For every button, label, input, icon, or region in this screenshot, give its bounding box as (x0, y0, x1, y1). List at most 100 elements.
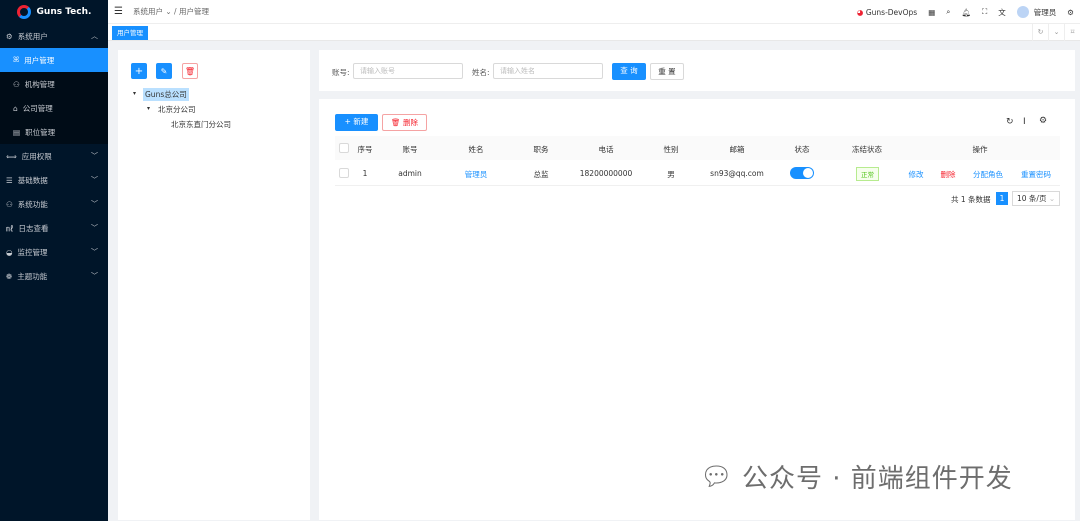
column-header: 账号 (402, 145, 418, 154)
delete-org-button[interactable]: 🗑︎ (182, 63, 198, 79)
edit-org-button[interactable]: ✎ (156, 63, 172, 79)
tab-user-management[interactable]: 用户管理 (112, 26, 148, 40)
reload-icon[interactable]: ↻ (1032, 24, 1048, 41)
freeze-status-badge: 正常 (856, 167, 879, 181)
chevron-down-icon: ﹀ (91, 248, 98, 256)
breadcrumb-item: 用户管理 (178, 7, 209, 16)
account-input[interactable]: 请输入账号 (353, 63, 463, 79)
sidebar-item-label: 监控管理 (17, 247, 48, 257)
edit-link[interactable]: 修改 (909, 169, 924, 180)
watermark-text: 公众号 · 前端组件开发 (742, 464, 1013, 494)
caret-down-icon[interactable]: ▾ (147, 105, 150, 112)
app-switch[interactable]: ◕ Guns-DevOps (857, 8, 917, 17)
column-header: 职务 (533, 145, 549, 154)
sidebar-item-label: 机构管理 (24, 79, 55, 89)
column-header: 状态 (794, 145, 810, 154)
cluster-icon: ⚇ (6, 199, 13, 209)
api-icon: ⟺ (6, 151, 17, 161)
query-button[interactable]: 查 询 (612, 63, 646, 80)
sidebar-item-logs[interactable]: ㎖日志查看 ﹀ (0, 216, 108, 240)
sidebar-item-theme[interactable]: ❁ 主题功能 ﹀ (0, 264, 108, 288)
page-1-button[interactable]: 1 (996, 192, 1008, 205)
settings-icon[interactable]: ⚙ (1039, 116, 1047, 126)
breadcrumb-separator: / (174, 7, 177, 16)
sidebar-item-label: 职位管理 (25, 127, 56, 137)
header: ☰ 系统用户 ⌄ / 用户管理 ◕ Guns-DevOps ▦ ⌕ 🔔︎ ⛶ 文… (108, 0, 1080, 24)
name-input[interactable]: 请输入姓名 (493, 63, 603, 79)
breadcrumb-item[interactable]: 系统用户 ⌄ (133, 7, 172, 16)
chevron-down-icon: ﹀ (91, 200, 98, 208)
sidebar-item-system-users[interactable]: ⚙ 系统用户 ︿ (0, 24, 108, 48)
column-header: 序号 (357, 145, 373, 154)
new-button[interactable]: + 新建 (335, 114, 378, 131)
reset-password-link[interactable]: 重置密码 (1021, 169, 1051, 180)
sidebar-item-label: 用户管理 (24, 55, 55, 65)
plus-icon: + (134, 65, 144, 77)
cell-name-link[interactable]: 管理员 (465, 169, 488, 180)
chevron-down-icon[interactable]: ⌄ (1048, 24, 1064, 41)
sidebar-item-org-management[interactable]: ⚇ 机构管理 (0, 72, 108, 96)
cell-phone: 18200000000 (579, 169, 633, 178)
page-size-select[interactable]: 10 条/页 ⌄ (1012, 191, 1060, 206)
sidebar-item-label: 应用权限 (21, 151, 52, 161)
id-card-icon: ▤ (13, 127, 21, 137)
add-org-button[interactable]: + (131, 63, 147, 79)
breadcrumb: 系统用户 ⌄ / 用户管理 (133, 6, 209, 17)
username: 管理员 (1033, 7, 1057, 17)
column-header: 性别 (663, 145, 679, 154)
reset-button[interactable]: 重 置 (650, 63, 684, 80)
new-label: 新建 (353, 117, 369, 126)
logo[interactable]: Guns Tech. (0, 0, 108, 24)
sidebar-item-monitor[interactable]: ◒ 监控管理 ﹀ (0, 240, 108, 264)
theme-icon: ❁ (6, 271, 13, 281)
bank-icon: ⌂ (13, 103, 18, 113)
settings-icon[interactable]: ⚙ (1067, 8, 1074, 17)
caret-down-icon[interactable]: ▾ (133, 90, 136, 97)
chevron-down-icon: ⌄ (1048, 194, 1056, 203)
table-header (335, 136, 1060, 160)
sidebar-item-label: 主题功能 (17, 271, 48, 281)
sidebar-item-position-management[interactable]: ▤ 职位管理 (0, 120, 108, 144)
select-all-checkbox[interactable] (339, 143, 349, 153)
delete-icon: 🗑︎ (184, 66, 196, 76)
sidebar-item-basic-data[interactable]: ☰ 基础数据 ﹀ (0, 168, 108, 192)
row-checkbox[interactable] (339, 168, 349, 178)
fullscreen-icon[interactable]: ⌑ (1064, 24, 1080, 41)
sidebar-item-user-management[interactable]: ꕤ 用户管理 (0, 48, 108, 72)
name-label: 姓名: (472, 68, 490, 77)
sidebar-item-app-permissions[interactable]: ⟺ 应用权限 ﹀ (0, 144, 108, 168)
user-menu[interactable]: 管理员 (1016, 6, 1057, 18)
search-icon[interactable]: ⌕ (946, 7, 950, 17)
menu-fold-icon[interactable]: ☰ (114, 6, 123, 17)
cell-position: 总监 (533, 170, 549, 179)
translate-icon[interactable]: 文 (998, 7, 1006, 18)
fullscreen-icon[interactable]: ⛶ (982, 7, 987, 17)
assign-role-link[interactable]: 分配角色 (973, 169, 1003, 180)
apps-icon[interactable]: ▦ (928, 8, 935, 17)
status-toggle[interactable] (790, 167, 814, 179)
sidebar-item-system-functions[interactable]: ⚇ 系统功能 ﹀ (0, 192, 108, 216)
column-header: 邮箱 (729, 145, 745, 154)
logo-icon (16, 5, 31, 19)
tree-node[interactable]: 北京东直门分公司 (171, 119, 231, 130)
tree-node[interactable]: Guns总公司 (143, 88, 189, 101)
delete-link[interactable]: 删除 (941, 169, 956, 180)
sidebar-item-label: 公司管理 (22, 103, 53, 113)
reload-icon[interactable]: ↻ (1006, 117, 1014, 127)
dashboard-icon: ◒ (6, 247, 13, 257)
sidebar-item-label: 系统功能 (17, 199, 48, 209)
tree-node[interactable]: 北京分公司 (158, 104, 196, 115)
column-header: 电话 (598, 145, 614, 154)
sidebar-item-label: 日志查看 (18, 223, 49, 233)
sidebar-item-company-management[interactable]: ⌂ 公司管理 (0, 96, 108, 120)
bell-icon[interactable]: 🔔︎ (961, 8, 971, 17)
page-size-value: 10 条/页 (1017, 194, 1047, 203)
list-icon: ☰ (6, 175, 13, 185)
column-height-icon[interactable]: Ⅰ (1023, 117, 1026, 127)
org-icon: ⚇ (13, 79, 20, 89)
app-switch-label: Guns-DevOps (865, 7, 918, 17)
user-icon: ꕤ (13, 55, 20, 64)
sidebar-item-label: 基础数据 (17, 175, 48, 185)
delete-button[interactable]: 🗑︎ 删除 (382, 114, 427, 131)
watermark: 💬︎ 公众号 · 前端组件开发 (700, 458, 1013, 495)
